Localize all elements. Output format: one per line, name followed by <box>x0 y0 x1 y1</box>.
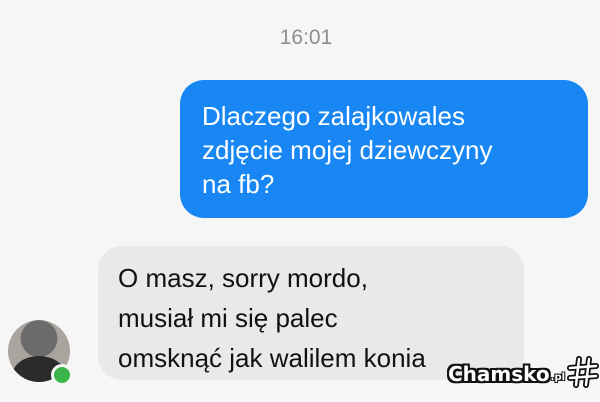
watermark-suffix: .pl <box>550 371 566 383</box>
message-line: musiał mi się palec <box>118 303 338 333</box>
hash-logo-icon <box>567 355 600 393</box>
online-status-indicator <box>51 364 73 386</box>
chat-screen: { "conversation": { "timestamp": "16:01"… <box>0 0 600 402</box>
message-line: O masz, sorry mordo, <box>118 263 368 293</box>
message-timestamp: 16:01 <box>279 26 333 49</box>
message-line: na fb? <box>202 169 275 199</box>
message-line: Dlaczego zalajkowales <box>202 101 466 131</box>
watermark: Chamsko .pl <box>448 355 600 393</box>
message-line: zdjęcie mojej dziewczyny <box>202 135 493 165</box>
watermark-text: Chamsko <box>448 362 550 386</box>
outgoing-message-bubble[interactable]: Dlaczego zalajkowales zdjęcie mojej dzie… <box>180 80 588 218</box>
